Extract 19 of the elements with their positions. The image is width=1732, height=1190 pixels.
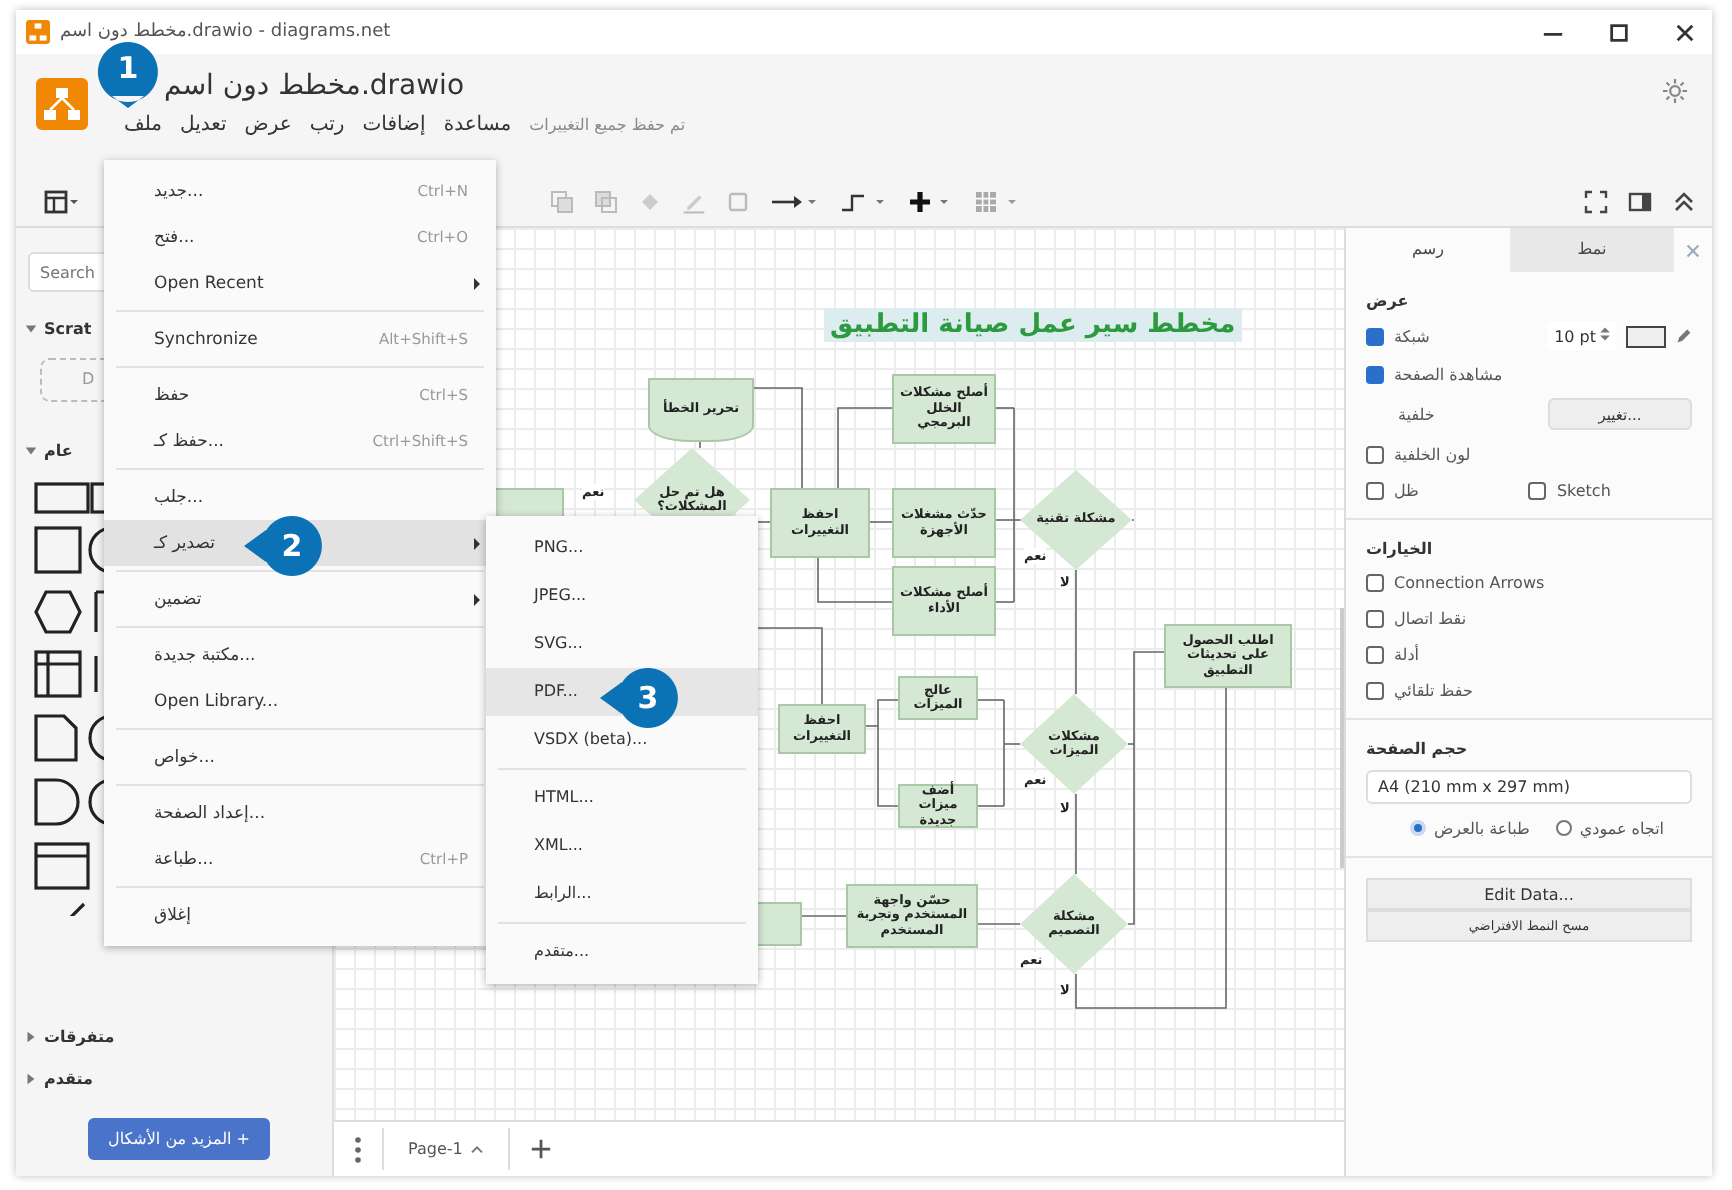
field-label: خلفية (1398, 405, 1435, 423)
checkbox-label: Connection Arrows (1394, 573, 1545, 591)
section-heading: حجم الصفحة (1366, 740, 1470, 758)
step-callout: 2 (244, 512, 324, 580)
checkbox-label: مشاهدة الصفحة (1394, 365, 1503, 383)
section-heading: الخيارات (1366, 540, 1435, 558)
window-title: مخطط دون اسم.drawio - diagrams.net (60, 22, 391, 42)
radio-label: طباعة بالعرض (1434, 819, 1530, 837)
checkbox-label: أدلة (1394, 645, 1420, 663)
section-heading: عرض (1366, 292, 1411, 310)
step-callout: 3 (600, 664, 680, 732)
checkbox-label: نقط اتصال (1394, 609, 1467, 627)
checkbox-label: Sketch (1556, 481, 1611, 499)
radio-label: اتجاه عمودي (1579, 819, 1665, 837)
checkbox-label: شبكة (1394, 327, 1430, 345)
save-status: تم حفظ جميع التغييرات (529, 116, 686, 134)
checkbox-label: ظل (1394, 481, 1419, 499)
checkbox-label: لون الخلفية (1394, 445, 1471, 463)
checkbox-label: حفظ تلقائي (1394, 681, 1473, 699)
